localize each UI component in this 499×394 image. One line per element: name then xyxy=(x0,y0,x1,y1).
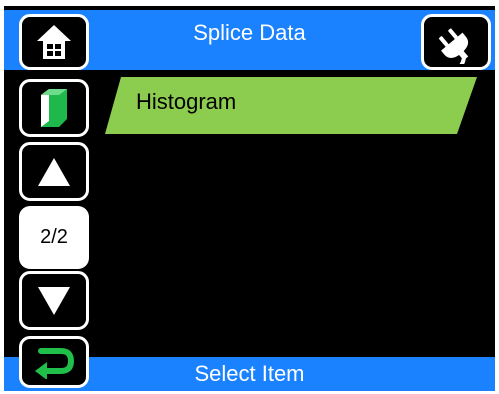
arrow-down-icon xyxy=(38,286,70,315)
return-icon xyxy=(35,348,75,379)
page-indicator: 2/2 xyxy=(19,206,89,269)
home-button[interactable] xyxy=(19,14,89,70)
book-button[interactable] xyxy=(19,79,89,137)
scroll-up-button[interactable] xyxy=(19,142,89,201)
book-icon xyxy=(41,89,67,127)
home-icon xyxy=(37,25,71,59)
scroll-down-button[interactable] xyxy=(19,271,89,330)
list-item-label: Histogram xyxy=(136,89,237,114)
plug-icon xyxy=(438,28,469,64)
list-item-histogram[interactable]: Histogram xyxy=(105,77,477,134)
plug-button[interactable] xyxy=(421,14,491,70)
return-button[interactable] xyxy=(19,336,89,388)
arrow-up-icon xyxy=(38,157,70,186)
device-screen: Splice Data 2/2 Histogram Select Item xyxy=(4,6,495,391)
